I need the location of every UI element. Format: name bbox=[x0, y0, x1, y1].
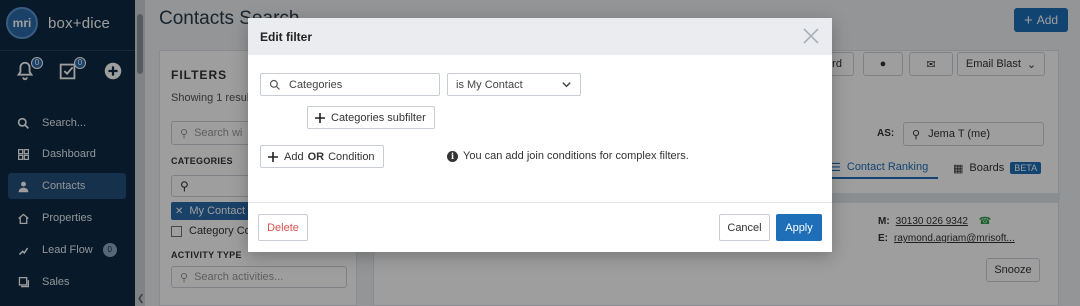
apply-button[interactable]: Apply bbox=[776, 214, 822, 241]
close-button[interactable] bbox=[802, 27, 820, 45]
info-icon: i bbox=[447, 150, 458, 162]
add-or-condition-button[interactable]: Add OR Condition bbox=[260, 145, 384, 168]
plus-icon bbox=[268, 151, 278, 162]
close-icon bbox=[803, 28, 819, 44]
modal-footer-divider bbox=[248, 202, 832, 203]
add-subfilter-button[interactable]: Categories subfilter bbox=[307, 106, 435, 129]
modal-header: Edit filter bbox=[248, 18, 832, 55]
edit-filter-modal: Edit filter Categories is My Contact Cat… bbox=[248, 18, 832, 252]
delete-button[interactable]: Delete bbox=[258, 214, 308, 241]
modal-title: Edit filter bbox=[260, 30, 313, 44]
subfilter-label: Categories subfilter bbox=[331, 111, 426, 124]
condition-label: Condition bbox=[328, 150, 375, 163]
chevron-down-icon bbox=[562, 82, 571, 88]
filter-field-value: Categories bbox=[289, 78, 343, 91]
info-hint: i You can add join conditions for comple… bbox=[447, 150, 689, 162]
plus-icon bbox=[315, 112, 325, 123]
add-label: Add bbox=[284, 150, 304, 163]
filter-field-input[interactable]: Categories bbox=[260, 73, 440, 96]
filter-operator-value: is My Contact bbox=[456, 78, 523, 91]
search-icon bbox=[269, 79, 280, 90]
cancel-button[interactable]: Cancel bbox=[719, 214, 770, 241]
filter-operator-select[interactable]: is My Contact bbox=[447, 73, 581, 96]
info-text: You can add join conditions for complex … bbox=[463, 150, 689, 162]
or-label: OR bbox=[307, 150, 325, 163]
